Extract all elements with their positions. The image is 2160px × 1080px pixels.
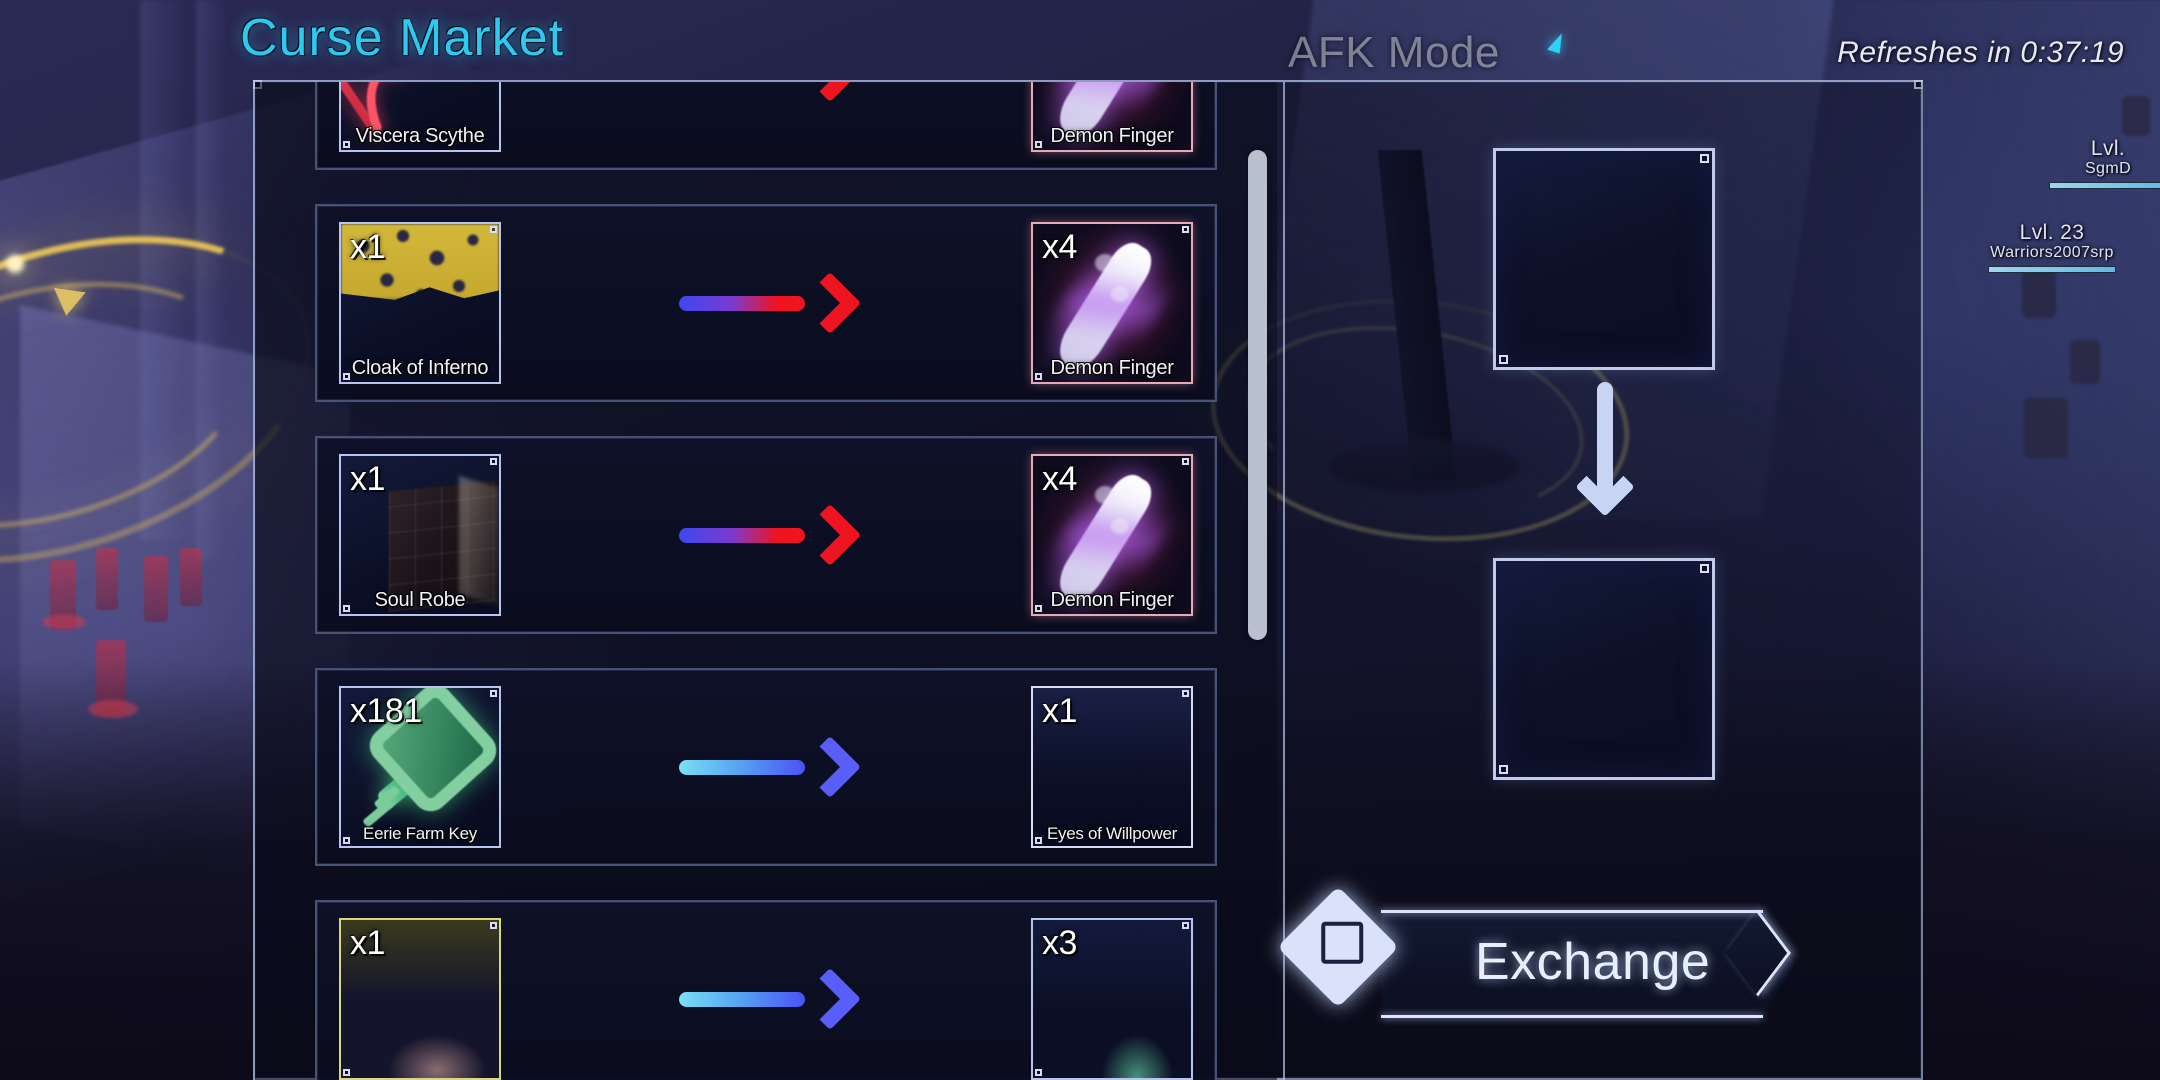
trade-row[interactable]: x1 x3 bbox=[315, 900, 1217, 1080]
diamond-inner-icon bbox=[1321, 921, 1364, 964]
trade-get-item[interactable]: x4 Demon Finger bbox=[1031, 222, 1193, 384]
trade-arrow-icon bbox=[678, 503, 861, 567]
slot-corner-bl bbox=[343, 605, 350, 612]
exchange-output-slot[interactable] bbox=[1493, 558, 1715, 780]
slot-corner-bl bbox=[1035, 373, 1042, 380]
item-label: Demon Finger bbox=[1050, 125, 1174, 147]
item-label: Eerie Farm Key bbox=[363, 824, 477, 843]
env-character-4 bbox=[2122, 96, 2150, 136]
item-count: x181 bbox=[350, 692, 422, 730]
slot-corner-bl bbox=[1035, 837, 1042, 844]
trade-arrow-icon bbox=[678, 271, 861, 335]
env-prop-2 bbox=[96, 548, 118, 610]
player-nameplate: Lvl. SgmD bbox=[2028, 137, 2160, 190]
trade-row[interactable]: x1 Cloak of Inferno x4 Demon Finger bbox=[315, 204, 1217, 402]
trade-give-item[interactable]: x1 bbox=[339, 918, 501, 1080]
trade-row[interactable]: x181 Eerie Farm Key x1 Eyes of Willpower bbox=[315, 668, 1217, 866]
item-count: x1 bbox=[350, 924, 385, 962]
player-health-bar bbox=[2049, 182, 2160, 190]
trade-offer-list[interactable]: Viscera Scythe Demon Finger x1 Cloak of … bbox=[255, 82, 1277, 1080]
env-prop-top-1 bbox=[42, 614, 86, 630]
player-name: Warriors2007srp bbox=[1990, 244, 2114, 262]
scrollbar-thumb[interactable] bbox=[1248, 150, 1267, 640]
item-count: x4 bbox=[1042, 228, 1077, 266]
slot-corner-bl bbox=[1035, 1069, 1042, 1076]
slot-corner-bl bbox=[1499, 355, 1508, 364]
afk-mode-label: AFK Mode bbox=[1288, 28, 1500, 77]
item-label: Eyes of Willpower bbox=[1047, 824, 1177, 843]
item-count: x1 bbox=[1042, 692, 1077, 730]
trade-row[interactable]: Viscera Scythe Demon Finger bbox=[315, 82, 1217, 170]
slot-corner-tr bbox=[1182, 922, 1189, 929]
item-label: Soul Robe bbox=[374, 589, 466, 611]
exchange-input-slot[interactable] bbox=[1493, 148, 1715, 370]
item-label: Demon Finger bbox=[1050, 589, 1174, 611]
exchange-button-label: Exchange bbox=[1475, 933, 1711, 991]
slot-corner-bl bbox=[343, 373, 350, 380]
slot-corner-bl bbox=[1035, 605, 1042, 612]
slot-corner-bl bbox=[343, 1069, 350, 1076]
slot-corner-tr bbox=[490, 458, 497, 465]
trade-arrow-icon bbox=[678, 735, 861, 799]
game-screen: Lvl. SgmD Lvl. 23 Warriors2007srp AFK Mo… bbox=[0, 0, 2160, 1080]
page-title: Curse Market bbox=[240, 9, 565, 67]
arrow-down-icon bbox=[1575, 382, 1635, 542]
env-prop-5 bbox=[180, 548, 202, 606]
env-prop-3 bbox=[144, 556, 168, 622]
slot-corner-tr bbox=[1700, 154, 1709, 163]
exchange-button-edge-bottom bbox=[1381, 1015, 1763, 1018]
env-character-2 bbox=[2070, 340, 2100, 384]
slot-corner-bl bbox=[1499, 765, 1508, 774]
player-name: SgmD bbox=[2084, 160, 2132, 178]
slot-corner-tr bbox=[1182, 226, 1189, 233]
env-glow-dot bbox=[6, 255, 24, 273]
env-character-3 bbox=[2024, 398, 2068, 458]
exchange-panel: Exchange bbox=[1277, 82, 1923, 1080]
item-label: Cloak of Inferno bbox=[351, 357, 489, 379]
trade-arrow-icon bbox=[678, 967, 861, 1031]
slot-corner-tr bbox=[1182, 458, 1189, 465]
trade-get-item[interactable]: x1 Eyes of Willpower bbox=[1031, 686, 1193, 848]
item-label: Viscera Scythe bbox=[355, 125, 485, 147]
trade-get-item[interactable]: x4 Demon Finger bbox=[1031, 454, 1193, 616]
trade-get-item[interactable]: Demon Finger bbox=[1031, 82, 1193, 152]
player-level: Lvl. 23 bbox=[2019, 221, 2085, 244]
exchange-button[interactable]: Exchange bbox=[1277, 886, 1795, 1018]
diamond-icon bbox=[1277, 886, 1399, 1008]
slot-corner-tr bbox=[1700, 564, 1709, 573]
refresh-timer: Refreshes in 0:37:19 bbox=[1837, 36, 2124, 69]
exchange-button-edge-top bbox=[1381, 910, 1763, 913]
item-count: x3 bbox=[1042, 924, 1077, 962]
trade-row[interactable]: x1 Soul Robe x4 Demon Finger bbox=[315, 436, 1217, 634]
trade-give-item[interactable]: x181 Eerie Farm Key bbox=[339, 686, 501, 848]
player-nameplate: Lvl. 23 Warriors2007srp bbox=[1962, 221, 2142, 274]
item-count: x1 bbox=[350, 460, 385, 498]
slot-corner-bl bbox=[343, 141, 350, 148]
slot-corner-bl bbox=[343, 837, 350, 844]
trade-arrow-icon bbox=[679, 82, 861, 103]
item-count: x1 bbox=[350, 228, 385, 266]
slot-corner-bl bbox=[1035, 141, 1042, 148]
env-prop-top-2 bbox=[88, 700, 138, 718]
trade-get-item[interactable]: x3 bbox=[1031, 918, 1193, 1080]
env-glow-triangle bbox=[50, 287, 86, 319]
trade-give-item[interactable]: x1 Cloak of Inferno bbox=[339, 222, 501, 384]
slot-corner-tr bbox=[490, 690, 497, 697]
item-count: x4 bbox=[1042, 460, 1077, 498]
player-health-bar bbox=[1988, 266, 2116, 274]
slot-corner-tr bbox=[1182, 690, 1189, 697]
slot-corner-tr bbox=[490, 226, 497, 233]
player-level: Lvl. bbox=[2090, 137, 2126, 160]
slot-corner-tr bbox=[490, 922, 497, 929]
trade-give-item[interactable]: x1 Soul Robe bbox=[339, 454, 501, 616]
trade-give-item[interactable]: Viscera Scythe bbox=[339, 82, 501, 152]
env-character-1 bbox=[2022, 270, 2056, 318]
item-label: Demon Finger bbox=[1050, 357, 1174, 379]
